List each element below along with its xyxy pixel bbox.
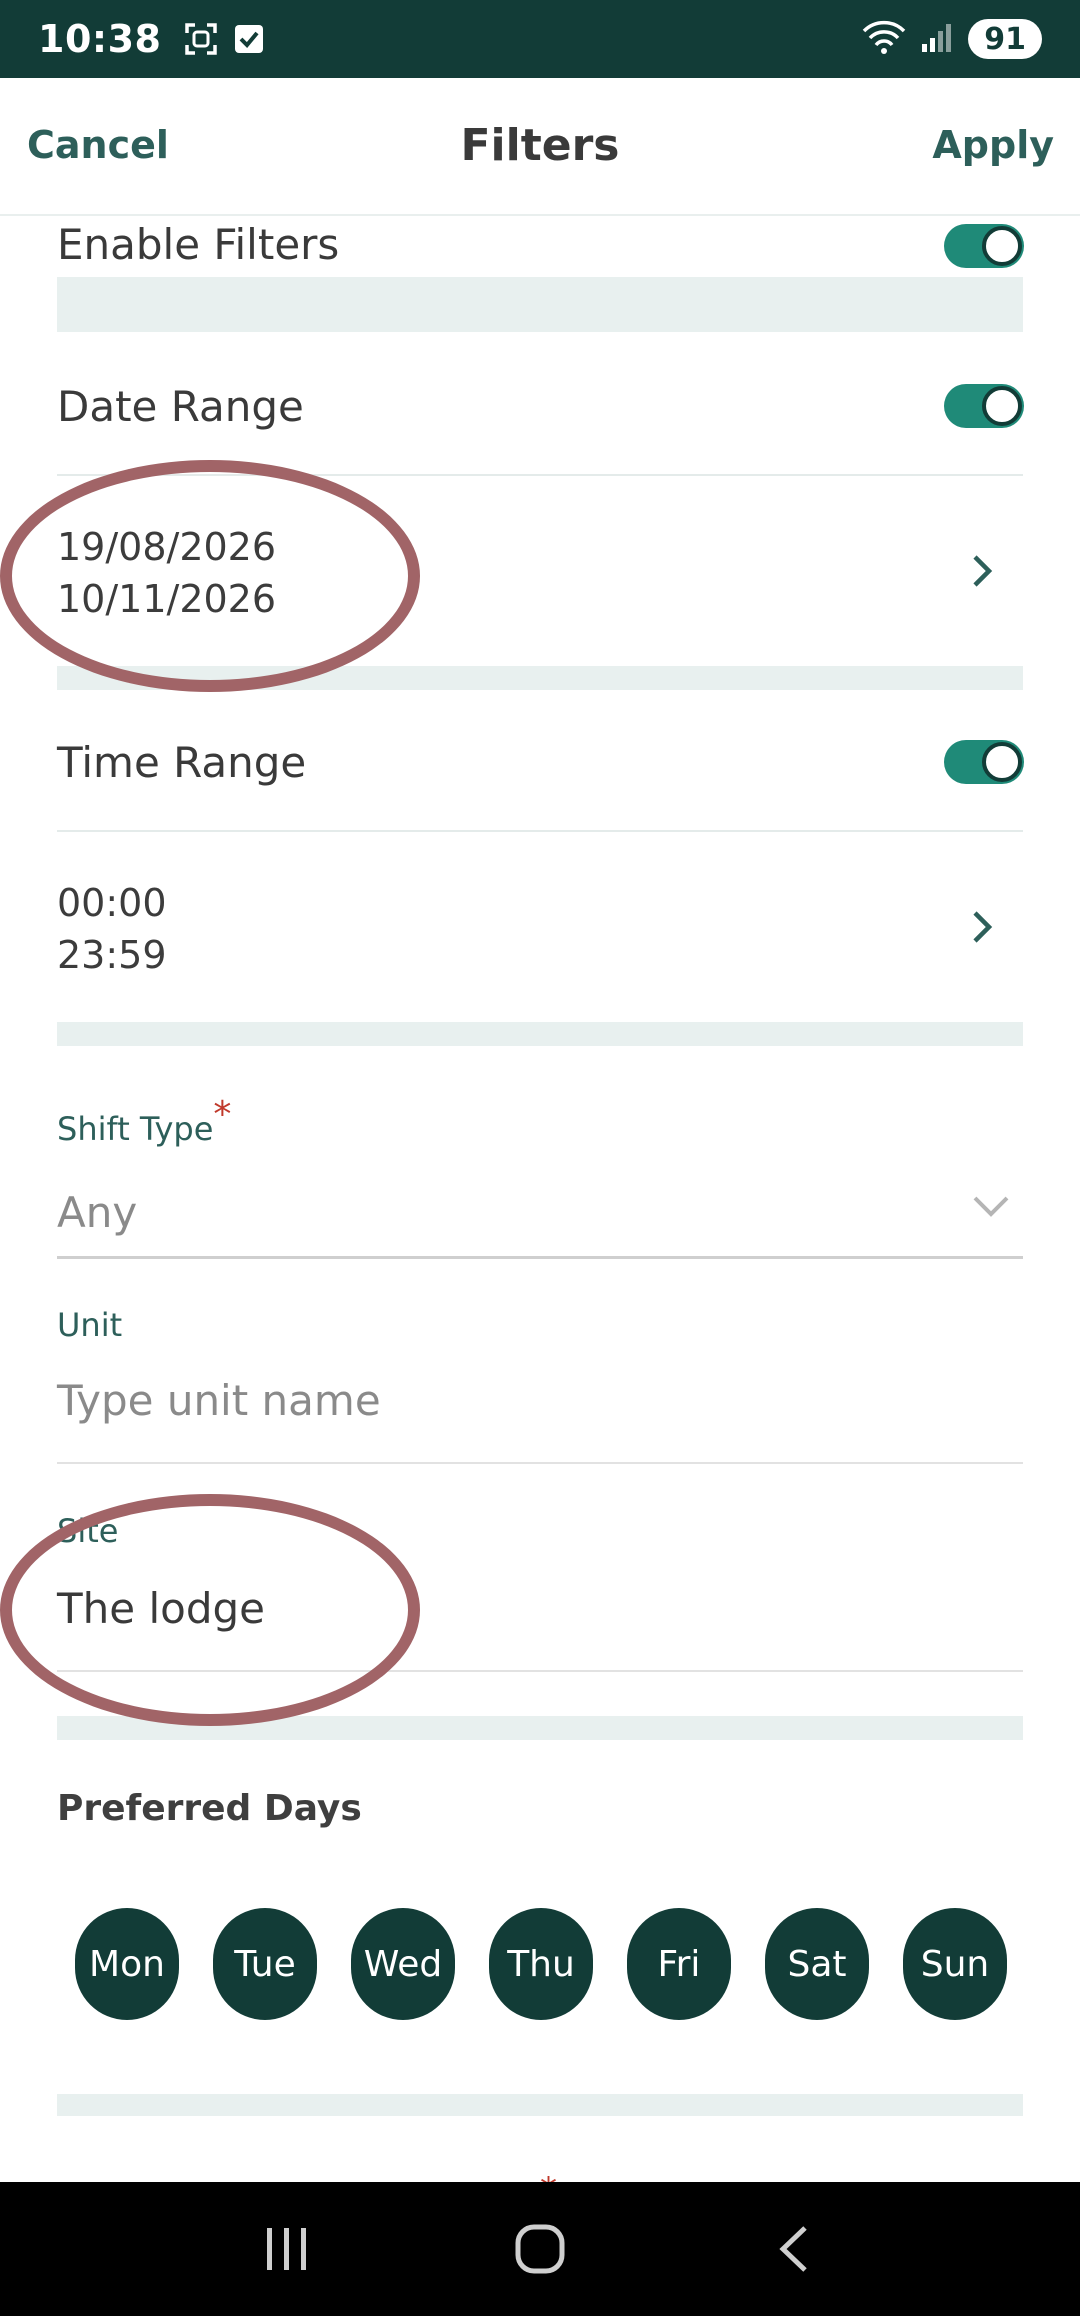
checkbox-icon xyxy=(233,23,265,55)
chevron-right-icon xyxy=(967,907,997,947)
section-separator xyxy=(57,277,1023,332)
shift-type-label-text: Shift Type xyxy=(57,1110,214,1148)
preferred-days-title: Preferred Days xyxy=(57,1788,362,1829)
system-nav-bar xyxy=(0,2182,1080,2316)
date-range-label: Date Range xyxy=(57,382,304,431)
shift-type-select[interactable]: Any xyxy=(57,1180,1023,1256)
annotation-ellipse-dates xyxy=(0,460,420,692)
annotation-ellipse-site xyxy=(0,1494,420,1726)
signal-icon xyxy=(920,20,954,58)
chevron-down-icon xyxy=(971,1194,1011,1224)
shift-type-underline xyxy=(57,1256,1023,1259)
unit-input[interactable]: Type unit name xyxy=(57,1376,381,1425)
enable-filters-toggle[interactable] xyxy=(944,224,1024,268)
status-bar: 10:38 91 xyxy=(0,0,1080,78)
day-chip-tue[interactable]: Tue xyxy=(213,1908,317,2020)
day-chip-wed[interactable]: Wed xyxy=(351,1908,455,2020)
time-range-row[interactable]: 00:00 23:59 xyxy=(57,832,1023,1022)
home-button[interactable] xyxy=(500,2209,580,2289)
unit-label: Unit xyxy=(57,1306,123,1344)
toggle-knob xyxy=(982,742,1022,782)
day-chip-mon[interactable]: Mon xyxy=(75,1908,179,2020)
toggle-knob xyxy=(982,226,1022,266)
filters-screen: 10:38 91 Cancel Filters Apply Enable Fil… xyxy=(0,0,1080,2316)
battery-indicator: 91 xyxy=(968,19,1042,59)
shift-type-value: Any xyxy=(57,1188,138,1237)
time-range-end: 23:59 xyxy=(57,933,167,977)
shift-type-label: Shift Type* xyxy=(57,1094,231,1149)
time-range-label: Time Range xyxy=(57,738,307,787)
header-bar: Cancel Filters Apply xyxy=(0,78,1080,216)
chevron-right-icon xyxy=(967,551,997,591)
back-button[interactable] xyxy=(753,2209,833,2289)
day-chip-sun[interactable]: Sun xyxy=(903,1908,1007,2020)
page-title: Filters xyxy=(460,120,620,171)
section-separator xyxy=(57,1022,1023,1046)
unit-underline xyxy=(57,1462,1023,1464)
toggle-knob xyxy=(982,386,1022,426)
day-chip-sat[interactable]: Sat xyxy=(765,1908,869,2020)
day-chip-thu[interactable]: Thu xyxy=(489,1908,593,2020)
day-chip-fri[interactable]: Fri xyxy=(627,1908,731,2020)
apply-button[interactable]: Apply xyxy=(932,123,1054,167)
time-range-start: 00:00 xyxy=(57,881,167,925)
required-asterisk: * xyxy=(213,1094,232,1135)
wifi-icon xyxy=(862,19,906,59)
recent-apps-button[interactable] xyxy=(247,2209,327,2289)
status-right: 91 xyxy=(862,19,1042,59)
screenshot-icon xyxy=(183,21,219,57)
enable-filters-label: Enable Filters xyxy=(57,220,340,269)
section-separator xyxy=(57,2094,1023,2116)
preferred-days-chips: Mon Tue Wed Thu Fri Sat Sun xyxy=(75,1908,1007,2020)
date-range-toggle[interactable] xyxy=(944,384,1024,428)
status-time: 10:38 xyxy=(38,17,162,61)
time-range-toggle[interactable] xyxy=(944,740,1024,784)
